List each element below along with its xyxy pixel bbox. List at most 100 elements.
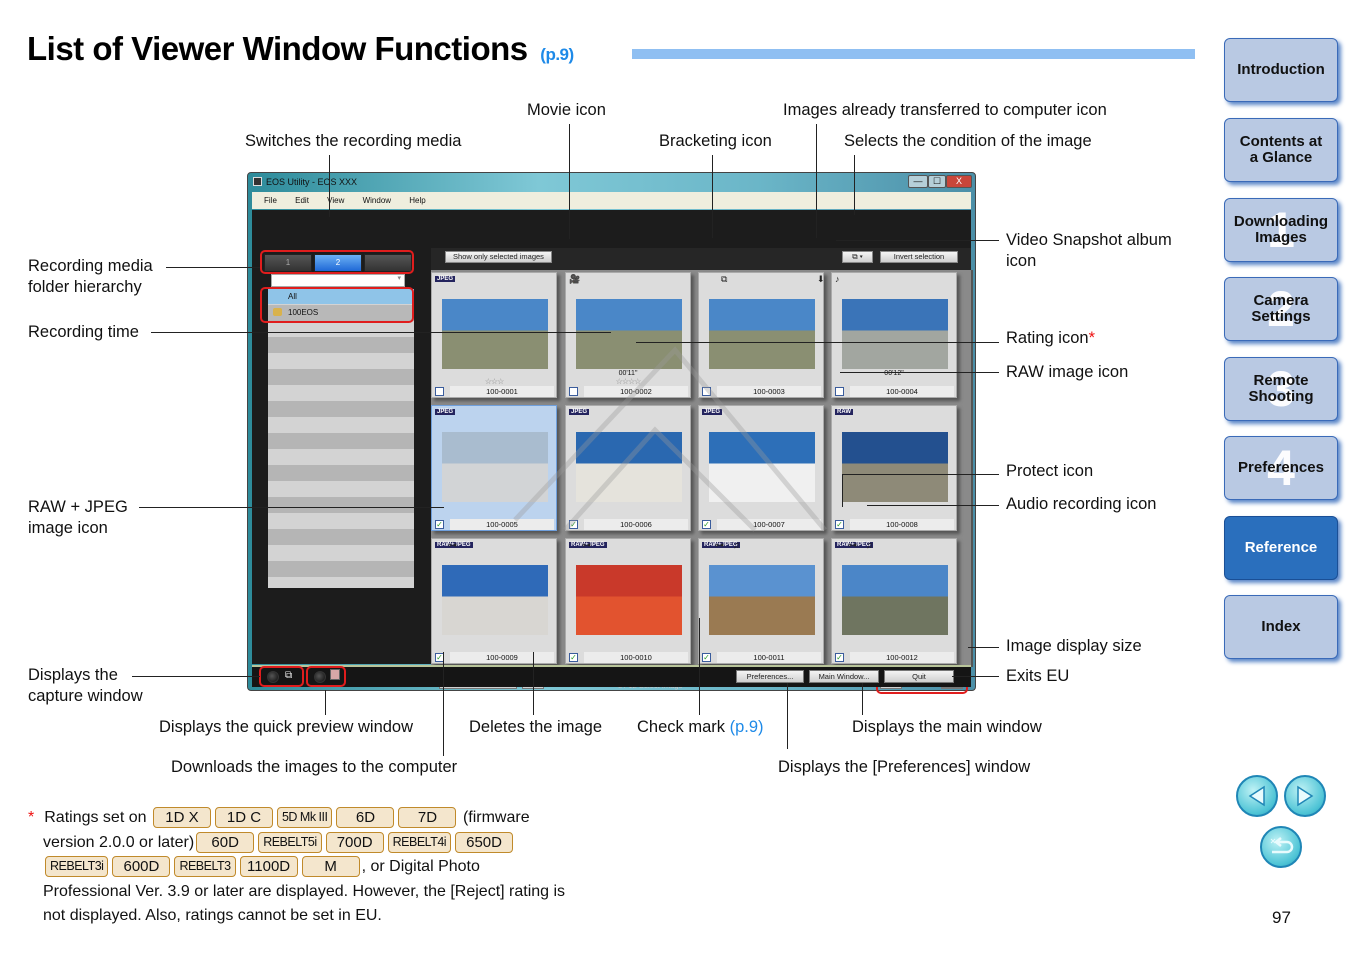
nav-camera-settings[interactable]: 2 Camera Settings — [1224, 277, 1338, 341]
window-title: EOS Utility - EOS XXX — [266, 177, 358, 187]
triangle-left-icon — [1248, 785, 1265, 807]
callout-capture-window: Displays the capture window — [28, 665, 143, 707]
leader-line — [862, 683, 863, 715]
image-thumbnail[interactable] — [842, 299, 948, 369]
footnote-text: Ratings set on — [44, 809, 147, 826]
image-filename: 100-0003 — [717, 386, 821, 397]
nav-label: Index — [1261, 618, 1301, 635]
main-window-button[interactable]: Main Window... — [809, 670, 879, 683]
thumbnail-cell[interactable]: 100-0003 ⧉ ⬇ — [698, 272, 825, 398]
footnote-line-3: REBELT3i 600D REBELT3 1100D M, or Digital Ph… — [28, 855, 598, 880]
menu-help[interactable]: Help — [409, 196, 425, 205]
rating-stars: ☆☆☆ — [484, 377, 505, 386]
thumbnail-cell[interactable]: RAW+JPEG ✓ 100-0010 ⊶ — [565, 538, 691, 664]
nav-label: Contents at a Glance — [1239, 133, 1323, 166]
video-snapshot-album-icon: ♪ — [835, 274, 840, 284]
quit-button[interactable]: Quit — [884, 670, 954, 683]
protect-icon: ⊶ — [448, 540, 457, 550]
previous-page-button[interactable] — [1236, 775, 1278, 817]
callout-text: Displays the — [28, 666, 118, 684]
thumbnail-cell[interactable]: RAW+JPEG ✓ 100-0009 ⊶ — [431, 538, 557, 664]
thumbnail-cell[interactable]: 00'11" ☆☆☆☆ 100-0002 🎥 — [565, 272, 691, 398]
audio-recording-icon: ♫ — [866, 540, 873, 550]
nav-index[interactable]: Index — [1224, 595, 1338, 659]
select-checkbox[interactable]: ✓ — [435, 520, 444, 529]
image-thumbnail[interactable] — [842, 432, 948, 502]
thumbnail-cell[interactable]: JPEG ☆☆☆ 100-0001 — [431, 272, 557, 398]
image-thumbnail[interactable] — [576, 565, 682, 635]
page-ref-link[interactable]: (p.9) — [540, 45, 574, 64]
image-thumbnail[interactable] — [709, 299, 815, 369]
image-filename: 100-0007 — [717, 519, 821, 530]
grid-scrollbar[interactable] — [971, 270, 973, 667]
nav-reference[interactable]: Reference — [1224, 516, 1338, 580]
camera-model-tag: 650D — [455, 831, 514, 853]
image-thumbnail[interactable] — [442, 299, 548, 369]
maximize-button[interactable]: ☐ — [928, 175, 946, 188]
nav-preferences[interactable]: 4 Preferences — [1224, 436, 1338, 500]
thumbnail-cell[interactable]: JPEG ✓ 100-0006 — [565, 405, 691, 531]
select-checkbox[interactable] — [435, 387, 444, 396]
image-thumbnail[interactable] — [709, 565, 815, 635]
nav-downloading-images[interactable]: 1 Downloading Images — [1224, 198, 1338, 262]
menu-window[interactable]: Window — [363, 196, 391, 205]
folder-dropdown[interactable]: ▾ — [271, 274, 405, 287]
viewer-body: 1 2 ▾ All 100EOS Show only selected imag… — [252, 210, 973, 694]
select-checkbox[interactable]: ✓ — [569, 520, 578, 529]
thumbnail-cell[interactable]: JPEG ✓ 100-0007 — [698, 405, 824, 531]
select-checkbox[interactable] — [702, 387, 711, 396]
image-thumbnail[interactable] — [709, 432, 815, 502]
thumbnail-cell[interactable]: RAW+JPEG ✓ 100-0011 ⊶ ♫ — [698, 538, 824, 664]
camera-model-tag: 60D — [196, 831, 255, 853]
callout-text: Recording media — [28, 257, 153, 275]
camera-model-tag: 5D Mk III — [276, 807, 333, 829]
callout-deletes-image: Deletes the image — [469, 718, 602, 736]
select-checkbox[interactable] — [569, 387, 578, 396]
camera-model-tag: M — [301, 856, 360, 878]
nav-label: Camera Settings — [1251, 292, 1311, 325]
ratings-footnote: * Ratings set on 1D X 1D C 5D Mk III 6D 7D (f… — [28, 806, 598, 929]
select-condition-button[interactable]: ⧉ ▾ — [842, 251, 873, 263]
next-page-button[interactable] — [1284, 775, 1326, 817]
check-mark-page-ref[interactable]: (p.9) — [730, 718, 764, 736]
close-button[interactable]: X — [946, 175, 972, 188]
select-condition-icon: ⧉ ▾ — [852, 252, 863, 261]
nav-contents-at-a-glance[interactable]: Contents at a Glance — [1224, 118, 1338, 182]
thumbnail-cell[interactable]: 00'12" 100-0004 ♪ — [831, 272, 957, 398]
show-only-selected-button[interactable]: Show only selected images — [445, 251, 552, 263]
thumbnail-cell[interactable]: RAW+JPEG ✓ 100-0012 ⊶ ♫ — [831, 538, 957, 664]
select-checkbox[interactable]: ✓ — [702, 520, 711, 529]
image-thumbnail[interactable] — [576, 432, 682, 502]
camera-model-tag: REBELT3i — [45, 856, 109, 878]
image-thumbnail[interactable] — [576, 299, 682, 369]
image-thumbnail[interactable] — [842, 565, 948, 635]
select-checkbox[interactable]: ✓ — [835, 520, 844, 529]
footnote-text: , or Digital Photo — [361, 858, 480, 875]
callout-selects-condition: Selects the condition of the image — [844, 132, 1092, 150]
callout-text: image icon — [28, 519, 108, 537]
select-checkbox[interactable]: ✓ — [569, 653, 578, 662]
nav-remote-shooting[interactable]: 3 Remote Shooting — [1224, 357, 1338, 421]
select-checkbox[interactable]: ✓ — [835, 653, 844, 662]
invert-selection-button[interactable]: Invert selection — [880, 251, 958, 263]
return-button[interactable] — [1260, 826, 1302, 868]
callout-check-mark: Check mark (p.9) — [637, 717, 764, 738]
select-checkbox[interactable] — [835, 387, 844, 396]
callout-raw-jpeg: RAW + JPEG image icon — [28, 497, 128, 539]
camera-model-tag: 1100D — [239, 856, 298, 878]
protect-icon: ⊶ — [848, 540, 857, 550]
menu-edit[interactable]: Edit — [295, 196, 309, 205]
leader-line — [842, 474, 843, 507]
select-checkbox[interactable]: ✓ — [702, 653, 711, 662]
minimize-button[interactable]: — — [908, 175, 928, 188]
image-thumbnail[interactable] — [442, 565, 548, 635]
thumbnail-cell[interactable]: RAW ✓ 100-0008 — [831, 405, 957, 531]
thumbnail-cell[interactable]: JPEG ✓ 100-0005 — [431, 405, 557, 531]
audio-recording-icon: ♫ — [733, 540, 740, 550]
preferences-button[interactable]: Preferences... — [736, 670, 804, 683]
image-thumbnail[interactable] — [442, 432, 548, 502]
menu-file[interactable]: File — [264, 196, 277, 205]
callout-recording-time: Recording time — [28, 323, 139, 341]
callout-protect-icon: Protect icon — [1006, 462, 1094, 480]
nav-introduction[interactable]: Introduction — [1224, 38, 1338, 102]
